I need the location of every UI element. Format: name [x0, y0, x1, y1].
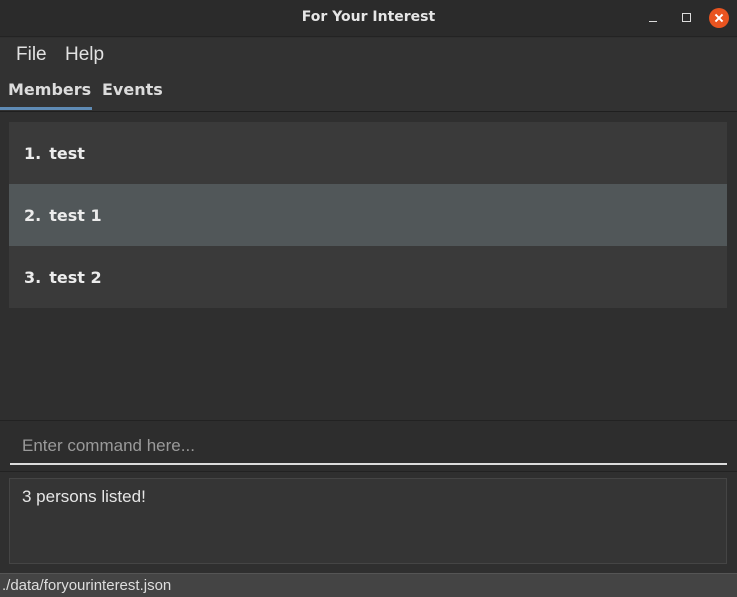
window-title: For Your Interest — [301, 9, 436, 25]
close-icon[interactable] — [709, 8, 729, 28]
member-list[interactable]: 1. test 2. test 1 3. test 2 — [9, 122, 727, 308]
member-name: test 1 — [49, 205, 102, 225]
list-item[interactable]: 2. test 1 — [9, 184, 727, 246]
command-input[interactable] — [10, 429, 727, 465]
member-index: 2. — [24, 205, 42, 225]
list-item[interactable]: 3. test 2 — [9, 246, 727, 308]
minimize-icon[interactable] — [643, 8, 663, 28]
menu-help[interactable]: Help — [65, 44, 104, 66]
result-display: 3 persons listed! — [9, 478, 727, 564]
member-name: test — [49, 143, 85, 163]
save-location: ./data/foryourinterest.json — [2, 577, 172, 594]
menu-file[interactable]: File — [16, 44, 47, 66]
status-bar: ./data/foryourinterest.json — [0, 573, 737, 597]
tab-events[interactable]: Events — [94, 72, 171, 110]
member-name: test 2 — [49, 267, 102, 287]
member-index: 3. — [24, 267, 42, 287]
member-list-panel: 1. test 2. test 1 3. test 2 — [0, 112, 737, 420]
menu-bar: File Help — [0, 38, 737, 72]
app-window: For Your Interest File Help Members Even… — [0, 0, 737, 597]
title-bar: For Your Interest — [0, 0, 737, 37]
tab-bar: Members Events — [0, 72, 737, 112]
member-index: 1. — [24, 143, 42, 163]
list-item[interactable]: 1. test — [9, 122, 727, 184]
maximize-icon[interactable] — [676, 8, 696, 28]
command-box — [0, 420, 737, 472]
tab-members[interactable]: Members — [0, 72, 92, 110]
